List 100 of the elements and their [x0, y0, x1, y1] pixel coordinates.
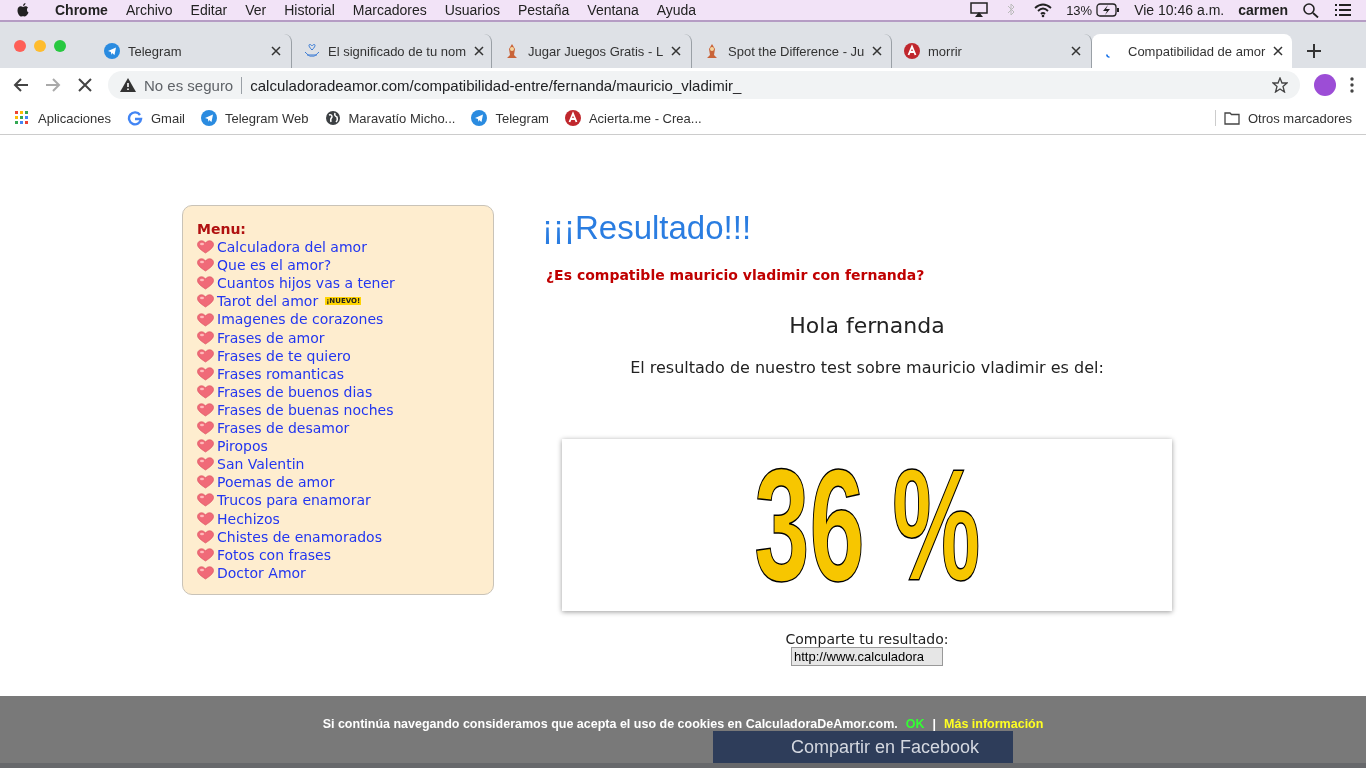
bookmark[interactable]: Telegram Web [200, 110, 309, 126]
menu-bar-item[interactable]: Marcadores [343, 2, 436, 18]
battery-percentage: 13% [1066, 2, 1093, 18]
close-icon[interactable] [872, 46, 883, 56]
close-icon[interactable] [1071, 46, 1081, 56]
address-bar[interactable]: No es seguro calculadoradeamor.com/compatibilidad-entre/fernanda/mauricio_vladimir_ [108, 71, 1300, 99]
user-name[interactable]: carmen [1238, 2, 1288, 18]
separator: | [932, 717, 937, 731]
browser-tab[interactable]: Compatibilidad de amor [1092, 34, 1292, 68]
menu-link[interactable]: Chistes de enamorados [217, 527, 382, 546]
menu-link[interactable]: Frases romanticas [217, 364, 345, 383]
bookmark[interactable]: Maravatío Micho... [324, 110, 456, 126]
menu-link[interactable]: Hechizos [217, 509, 280, 528]
menu-title: Menu: [197, 220, 247, 239]
menu-link[interactable]: Calculadora del amor [217, 238, 367, 257]
more-info-link[interactable]: Más información [944, 717, 1044, 731]
menu-link[interactable]: Trucos para enamorar [217, 491, 371, 510]
heart-icon [197, 439, 214, 454]
heart-icon [197, 240, 214, 255]
heart-icon [197, 421, 214, 436]
result-sentence: El resultado de nuestro test sobre mauricio vladimir es del: [630, 358, 1104, 377]
airplay-icon[interactable] [970, 2, 989, 18]
menu-link[interactable]: Doctor Amor [217, 563, 306, 582]
heart-icon [197, 475, 214, 490]
other-bookmarks-folder[interactable]: Otros marcadores [1214, 110, 1352, 126]
menu-bar-item[interactable]: Historial [275, 2, 344, 18]
wifi-icon[interactable] [1034, 2, 1053, 18]
bookmark[interactable]: Gmail [127, 110, 185, 126]
bookmark[interactable]: Aplicaciones [14, 110, 111, 126]
menu-link[interactable]: Que es el amor? [217, 256, 332, 275]
menu-bar-item[interactable]: Usuarios [435, 2, 509, 18]
heart-icon [197, 529, 214, 544]
menu-bar-item[interactable]: Ayuda [647, 2, 706, 18]
percentage-value: 36 % [753, 450, 981, 600]
cookie-notice: Si continúa navegando consideramos que acepta el uso de cookies en CalculadoraDeAmor.com. [322, 717, 898, 731]
compatibility-question: ¿Es compatible mauricio vladimir con fernanda? [545, 267, 926, 283]
menu-link[interactable]: Frases de desamor [217, 419, 350, 438]
heart-icon [197, 403, 214, 417]
close-icon[interactable] [271, 46, 281, 56]
battery-charging-icon[interactable] [1096, 3, 1121, 17]
heart-icon [197, 493, 214, 508]
letter-a-icon [564, 110, 581, 126]
paper-plane-icon [471, 110, 488, 126]
heart-icon [197, 258, 214, 273]
menu-link[interactable]: Frases de te quiero [217, 346, 351, 365]
clock[interactable]: Vie 10:46 a.m. [1134, 2, 1225, 18]
menu-link[interactable]: Fotos con frases [217, 545, 331, 564]
menu-bar-item[interactable]: Pestaña [508, 2, 579, 18]
loading-spinner-icon [1106, 54, 1110, 58]
share-url-field[interactable]: http://www.calculadora [791, 647, 943, 666]
hands-heart-icon [304, 43, 320, 59]
star-icon[interactable] [1272, 77, 1288, 93]
menu-link[interactable]: Piropos [217, 437, 268, 456]
paper-plane-icon [200, 110, 217, 126]
apps-grid-icon [14, 110, 30, 126]
heart-icon [197, 457, 214, 472]
heart-icon [197, 294, 214, 309]
more-menu-icon[interactable] [1350, 77, 1354, 93]
share-label: Comparte tu resultado: [785, 631, 949, 647]
search-icon[interactable] [1302, 2, 1320, 18]
heart-icon [197, 330, 214, 345]
menu-bar-item[interactable]: Archivo [116, 2, 182, 18]
facebook-share-button[interactable]: Compartir en Facebook [713, 731, 1013, 763]
menu-link[interactable]: Tarot del amor [217, 292, 319, 311]
app-menu[interactable]: Chrome [46, 2, 117, 18]
menu-link[interactable]: Frases de buenas noches [217, 400, 394, 420]
result-heading: ¡¡¡Resultado!!! [542, 209, 753, 247]
bookmark[interactable]: Telegram [471, 110, 549, 126]
heart-icon [197, 565, 214, 580]
menu-bar-item[interactable]: Ventana [578, 2, 648, 18]
heart-icon [197, 276, 214, 291]
menu-link[interactable]: San Valentin [217, 455, 305, 474]
close-icon[interactable] [1273, 46, 1284, 56]
menu-link[interactable]: Frases de amor [217, 328, 325, 347]
menu-bar-item[interactable]: Editar [181, 2, 237, 18]
menu-link[interactable]: Imagenes de corazones [217, 310, 384, 329]
folder-icon [1223, 110, 1240, 126]
menu-link[interactable]: Cuantos hijos vas a tener [217, 274, 395, 293]
menu-link[interactable]: Frases de buenos dias [217, 382, 373, 401]
heart-icon [197, 348, 214, 363]
close-icon[interactable] [474, 46, 485, 56]
menu-list-icon[interactable] [1334, 2, 1352, 18]
heart-icon [197, 312, 214, 327]
close-icon[interactable] [671, 46, 682, 56]
profile-avatar[interactable] [1314, 74, 1336, 96]
heart-icon [197, 384, 214, 399]
stop-icon[interactable] [76, 76, 94, 94]
bookmark[interactable]: Acierta.me - Crea... [564, 110, 702, 126]
new-tab-icon[interactable] [1306, 43, 1322, 59]
heart-icon [197, 547, 214, 562]
back-arrow-icon[interactable] [12, 76, 30, 94]
warning-icon [120, 78, 136, 92]
letter-a-icon [904, 43, 920, 59]
greeting: Hola fernanda [789, 313, 945, 338]
paper-plane-icon [104, 43, 120, 59]
menu-link[interactable]: Poemas de amor [217, 473, 335, 492]
heart-icon [197, 366, 214, 381]
heart-icon [197, 511, 214, 526]
google-g-icon [127, 110, 143, 126]
menu-bar-item[interactable]: Ver [236, 2, 276, 18]
